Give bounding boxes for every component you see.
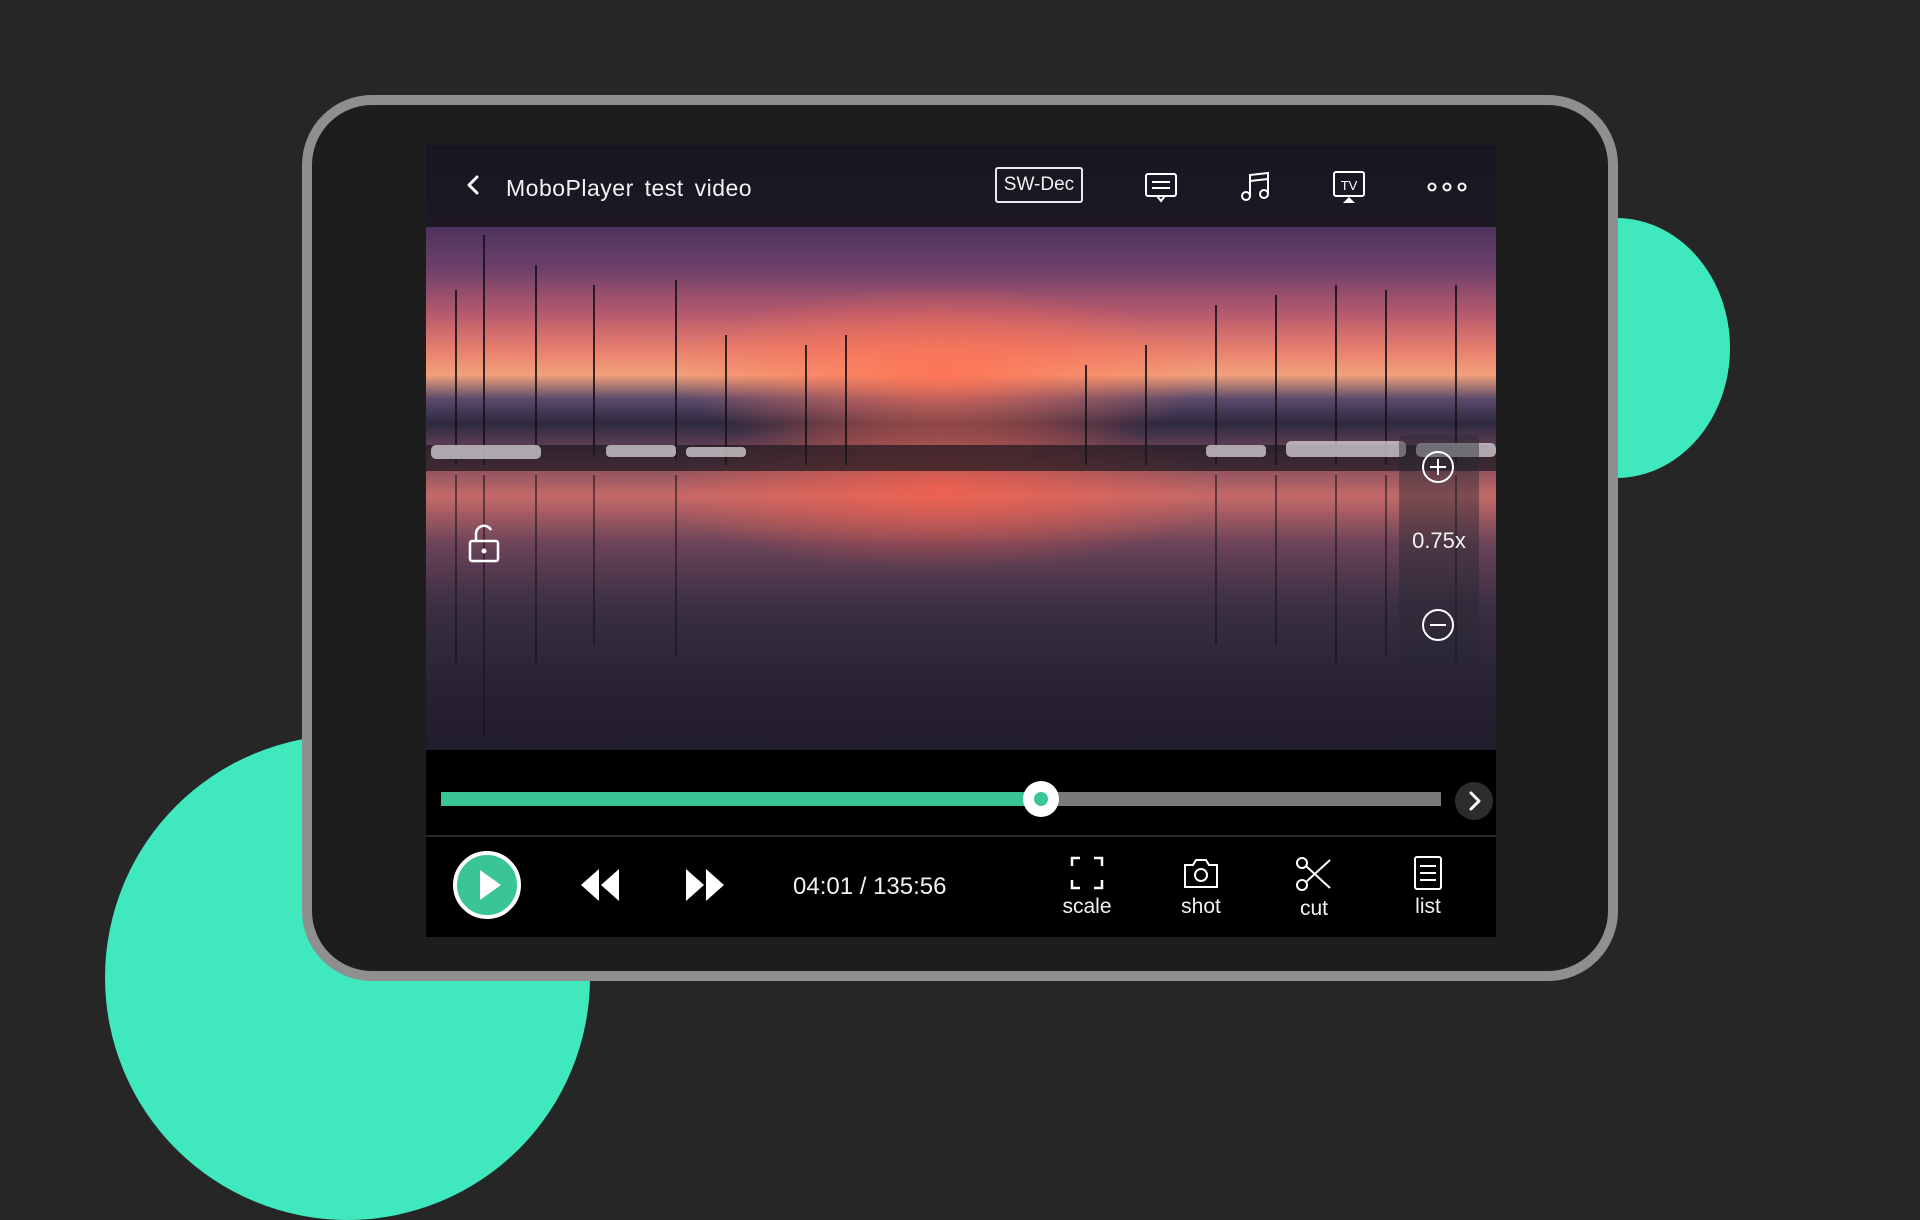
more-icon[interactable] — [1424, 169, 1470, 205]
scale-button[interactable]: scale — [1042, 855, 1132, 931]
speed-value: 0.75x — [1412, 528, 1466, 553]
control-bar: 04:01 / 135:56 scale shot cut list — [426, 837, 1496, 937]
decoder-button[interactable]: SW-Dec — [995, 167, 1083, 203]
svg-text:TV: TV — [1341, 178, 1358, 193]
shot-button[interactable]: shot — [1156, 855, 1246, 931]
camera-icon — [1184, 859, 1218, 888]
unlock-icon[interactable] — [464, 521, 504, 565]
cut-label: cut — [1299, 897, 1328, 920]
progress-area — [426, 750, 1496, 840]
scale-icon — [1070, 856, 1104, 890]
scissors-icon — [1296, 857, 1331, 891]
seek-bar[interactable] — [441, 781, 1441, 817]
list-icon — [1414, 856, 1442, 890]
sailboat-silhouettes — [426, 235, 1496, 735]
shot-label: shot — [1181, 895, 1221, 918]
list-button[interactable]: list — [1383, 855, 1473, 931]
cut-button[interactable]: cut — [1269, 855, 1359, 931]
top-bar: MoboPlayer test video SW-Dec TV — [426, 145, 1496, 227]
scale-label: scale — [1062, 895, 1112, 918]
play-icon — [480, 870, 501, 900]
zoom-out-icon[interactable] — [1418, 605, 1458, 645]
subtitle-icon[interactable] — [1143, 169, 1179, 205]
play-button[interactable] — [453, 851, 521, 919]
list-label: list — [1415, 895, 1441, 918]
back-icon[interactable] — [462, 173, 486, 197]
seek-thumb[interactable] — [1023, 781, 1059, 817]
fast-forward-icon[interactable] — [682, 867, 728, 903]
video-player-screen: MoboPlayer test video SW-Dec TV 0.75x 04… — [426, 145, 1496, 937]
seek-bar-progress — [441, 792, 1041, 806]
chevron-right-icon[interactable] — [1455, 782, 1493, 820]
time-display: 04:01 / 135:56 — [793, 873, 947, 900]
music-icon[interactable] — [1237, 169, 1273, 205]
rewind-icon[interactable] — [577, 867, 623, 903]
video-title: MoboPlayer test video — [506, 175, 753, 201]
video-frame[interactable] — [426, 145, 1496, 750]
speed-control: 0.75x — [1399, 435, 1479, 667]
tv-cast-icon[interactable]: TV — [1331, 169, 1367, 205]
zoom-in-icon[interactable] — [1418, 447, 1458, 487]
